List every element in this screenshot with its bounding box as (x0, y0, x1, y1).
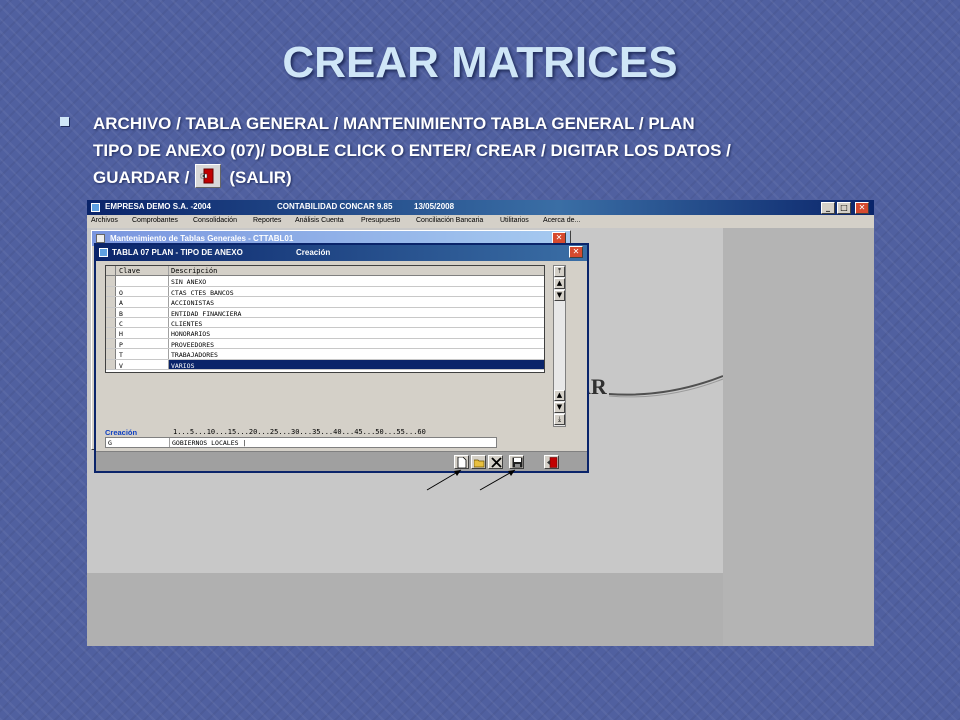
slide-title: CREAR MATRICES (282, 38, 678, 87)
pointer-arrows (426, 469, 516, 491)
instruction-text: ARCHIVO / TABLA GENERAL / MANTENIMIENTO … (93, 110, 923, 191)
instruction-line-3: GUARDAR / (SALIR) (93, 164, 923, 191)
instruction-line-1: ARCHIVO / TABLA GENERAL / MANTENIMIENTO … (93, 114, 695, 133)
exit-door-icon (195, 164, 222, 188)
instruction-line-2: TIPO DE ANEXO (07)/ DOBLE CLICK O ENTER/… (93, 141, 731, 160)
instruction-line-3a: GUARDAR / (93, 168, 190, 187)
instruction-line-3b: (SALIR) (229, 168, 292, 187)
bullet-square-icon (60, 117, 69, 126)
app-screenshot: EMPRESA DEMO S.A. -2004 CONTABILIDAD CON… (87, 200, 874, 646)
